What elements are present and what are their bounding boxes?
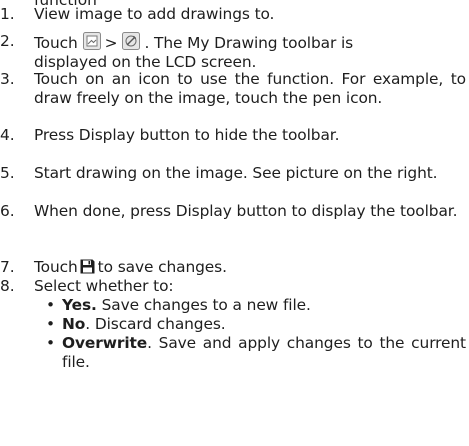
- step-text: Touch on an icon to use the function. Fo…: [34, 70, 466, 107]
- bullet-icon: •: [46, 334, 55, 352]
- step-number: 7.: [0, 258, 15, 276]
- option-description: Save changes to a new file.: [96, 296, 311, 314]
- step-number: 8.: [0, 277, 15, 295]
- manual-page: function 1. View image to add drawings t…: [0, 0, 469, 446]
- step-text: When done, press Display button to displ…: [34, 202, 458, 220]
- bullet-icon: •: [46, 315, 55, 333]
- step-text-line2: displayed on the LCD screen.: [34, 52, 257, 71]
- step-text: Touch to save changes.: [34, 258, 466, 277]
- save-icon: [80, 259, 95, 274]
- step-text: Press Display button to hide the toolbar…: [34, 126, 340, 144]
- option-label: Overwrite: [62, 334, 148, 352]
- option-label: Yes.: [62, 296, 97, 314]
- step-number: 1.: [0, 5, 15, 23]
- step-number: 2.: [0, 32, 15, 50]
- step-number: 3.: [0, 70, 15, 88]
- step-separator: >: [104, 34, 118, 52]
- my-drawing-icon: [122, 32, 141, 50]
- step-number: 5.: [0, 164, 15, 182]
- step-text-end: to save changes.: [97, 258, 227, 276]
- step-number: 4.: [0, 126, 15, 144]
- step-text: Select whether to:: [34, 277, 174, 295]
- step-text: Start drawing on the image. See picture …: [34, 164, 438, 182]
- step-text: Touch > . The My Drawing toolbar is displ…: [34, 32, 466, 71]
- bullet-icon: •: [46, 296, 55, 314]
- step-text-end: . The My Drawing toolbar is: [144, 34, 354, 52]
- image-menu-icon: [82, 32, 101, 50]
- step-text-start: Touch: [34, 34, 78, 52]
- step-text-start: Touch: [34, 258, 78, 276]
- option-label: No: [62, 315, 86, 333]
- step-number: 6.: [0, 202, 15, 220]
- step-text: View image to add drawings to.: [34, 5, 275, 23]
- option-description: . Discard changes.: [85, 315, 226, 333]
